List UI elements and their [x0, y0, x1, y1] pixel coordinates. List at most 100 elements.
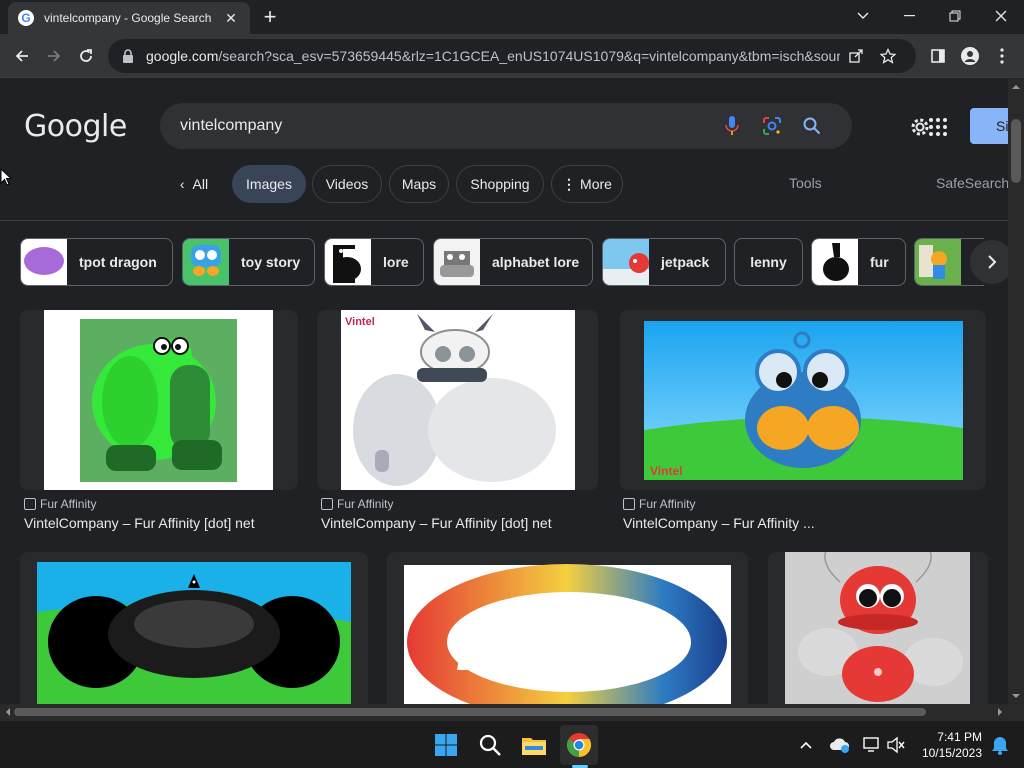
sign-in-button[interactable]: Si: [970, 108, 1008, 144]
tab-maps[interactable]: Maps: [389, 165, 449, 203]
tab-all[interactable]: ‹ All: [164, 165, 224, 203]
vintel-watermark-text: Vintel: [345, 316, 375, 328]
google-favicon-icon: G: [18, 10, 34, 26]
chevron-left-icon: ‹: [179, 176, 185, 192]
reload-button[interactable]: [70, 40, 102, 72]
result-title[interactable]: VintelCompany – Fur Affinity [dot] net: [24, 515, 255, 531]
windows-start-icon[interactable]: [430, 729, 462, 761]
result-thumbnail[interactable]: Vintel: [317, 310, 598, 490]
tab-shopping[interactable]: Shopping: [456, 165, 544, 203]
bookmark-star-icon[interactable]: [872, 42, 904, 70]
clock-time: 7:41 PM: [937, 730, 982, 744]
chrome-menu-icon[interactable]: [986, 40, 1018, 72]
image-result[interactable]: [768, 552, 988, 704]
tab-title: vintelcompany - Google Search: [44, 11, 212, 25]
google-apps-icon[interactable]: [926, 115, 950, 139]
tab-all-label: All: [192, 176, 209, 192]
restore-button[interactable]: [932, 0, 978, 32]
side-panel-icon[interactable]: [922, 40, 954, 72]
chrome-taskbar-icon[interactable]: [563, 729, 595, 761]
result-thumbnail[interactable]: [768, 552, 988, 704]
microphone-icon[interactable]: [712, 106, 752, 146]
minimize-button[interactable]: [886, 0, 932, 32]
related-chip-jetpack[interactable]: jetpack: [602, 238, 726, 286]
related-chip-toy-story[interactable]: toy story: [182, 238, 315, 286]
title-bar: G vintelcompany - Google Search ✕ +: [0, 0, 1024, 34]
image-result[interactable]: Vintel: [620, 310, 986, 490]
more-vert-icon: ⋮: [562, 175, 577, 192]
forward-button[interactable]: [38, 40, 70, 72]
related-chip-lore[interactable]: lore: [324, 238, 424, 286]
result-image: Vintel: [644, 321, 963, 480]
result-source[interactable]: Fur Affinity: [321, 497, 393, 511]
result-source[interactable]: Fur Affinity: [623, 497, 695, 511]
google-lens-icon[interactable]: [752, 106, 792, 146]
tab-images[interactable]: Images: [232, 165, 306, 203]
related-chip-lenny[interactable]: lenny: [734, 238, 803, 286]
scroll-up-icon[interactable]: [1008, 81, 1024, 93]
related-chip-fur[interactable]: fur: [811, 238, 906, 286]
result-image: [37, 562, 351, 704]
result-image: [404, 564, 731, 704]
scroll-right-icon[interactable]: [994, 704, 1006, 720]
related-chip-tpot-dragon[interactable]: tpot dragon: [20, 238, 173, 286]
related-chip-label: fur: [870, 254, 889, 270]
vertical-scrollbar[interactable]: [1008, 79, 1024, 704]
tab-close-icon[interactable]: ✕: [222, 9, 240, 27]
tab-videos[interactable]: Videos: [312, 165, 382, 203]
tools-button[interactable]: Tools: [789, 175, 822, 191]
fur-affinity-favicon-icon: [24, 498, 36, 510]
related-next-button[interactable]: [970, 240, 1008, 284]
result-thumbnail[interactable]: Vintel: [620, 310, 986, 490]
file-explorer-icon[interactable]: [518, 729, 550, 761]
address-bar[interactable]: google.com/search?sca_esv=573659445&rlz=…: [108, 39, 916, 73]
result-source-name: Fur Affinity: [639, 497, 696, 511]
tab-more-label: More: [580, 176, 612, 192]
vertical-scroll-thumb[interactable]: [1011, 119, 1021, 183]
search-filters: ‹ All Images Videos Maps Shopping ⋮ More T…: [0, 165, 1008, 205]
show-hidden-icons-chevron-icon[interactable]: [790, 729, 822, 761]
result-thumbnail[interactable]: [20, 552, 368, 704]
lock-icon[interactable]: [120, 48, 136, 64]
new-tab-button[interactable]: +: [258, 4, 282, 29]
search-box[interactable]: [160, 103, 852, 149]
related-thumb: [434, 239, 480, 285]
browser-tab[interactable]: G vintelcompany - Google Search ✕: [8, 2, 250, 34]
profile-icon[interactable]: [954, 40, 986, 72]
result-thumbnail[interactable]: [20, 310, 298, 490]
result-thumbnail[interactable]: [387, 552, 748, 704]
share-icon[interactable]: [840, 42, 872, 70]
taskbar-search-icon[interactable]: [474, 729, 506, 761]
horizontal-scrollbar[interactable]: [0, 704, 1008, 720]
result-title[interactable]: VintelCompany – Fur Affinity ...: [623, 515, 815, 531]
weather-cloud-icon[interactable]: [824, 729, 856, 761]
related-thumb: [325, 239, 371, 285]
taskbar-clock[interactable]: 7:41 PM 10/15/2023: [916, 729, 982, 761]
image-result[interactable]: [387, 552, 748, 704]
related-chip-label: lore: [383, 254, 409, 270]
scrollbar-corner: [1008, 704, 1024, 720]
back-button[interactable]: [6, 40, 38, 72]
search-input[interactable]: [180, 117, 712, 135]
url-text: google.com/search?sca_esv=573659445&rlz=…: [146, 48, 840, 64]
header-divider: [0, 220, 1008, 221]
browser-toolbar: google.com/search?sca_esv=573659445&rlz=…: [0, 34, 1024, 78]
safesearch-button[interactable]: SafeSearch: [936, 175, 1008, 191]
result-image: [785, 552, 970, 704]
scroll-left-icon[interactable]: [2, 704, 14, 720]
result-source[interactable]: Fur Affinity: [24, 497, 96, 511]
tab-search-icon[interactable]: [840, 0, 886, 32]
result-source-name: Fur Affinity: [40, 497, 97, 511]
google-logo[interactable]: Google: [24, 109, 127, 144]
result-image: [44, 310, 273, 490]
result-title[interactable]: VintelCompany – Fur Affinity [dot] net: [321, 515, 552, 531]
related-chip-alphabet-lore[interactable]: alphabet lore: [433, 238, 593, 286]
search-icon[interactable]: [792, 106, 832, 146]
volume-muted-icon[interactable]: [880, 729, 912, 761]
close-window-button[interactable]: [978, 0, 1024, 32]
tab-more[interactable]: ⋮ More: [551, 165, 623, 203]
horizontal-scroll-thumb[interactable]: [14, 708, 926, 716]
scroll-down-icon[interactable]: [1008, 690, 1024, 702]
notification-bell-icon[interactable]: [984, 729, 1016, 761]
image-result[interactable]: [20, 552, 368, 704]
